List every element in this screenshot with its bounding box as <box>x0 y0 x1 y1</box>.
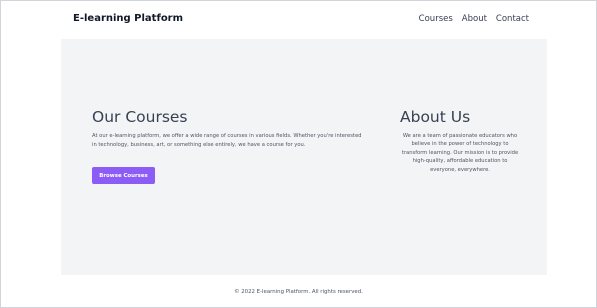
courses-description: At our e-learning platform, we offer a w… <box>92 133 362 148</box>
nav-link-about[interactable]: About <box>462 14 487 24</box>
brand-logo-text[interactable]: E-learning Platform <box>73 13 183 24</box>
navbar: E-learning Platform Courses About Contac… <box>1 1 596 39</box>
page-frame: E-learning Platform Courses About Contac… <box>0 0 597 308</box>
browse-courses-button[interactable]: Browse Courses <box>92 167 155 184</box>
about-description: We are a team of passionate educators wh… <box>401 133 519 173</box>
main-content: Our Courses At our e-learning platform, … <box>61 39 547 275</box>
nav-links: Courses About Contact <box>419 14 529 24</box>
nav-link-contact[interactable]: Contact <box>496 14 529 24</box>
courses-section: Our Courses At our e-learning platform, … <box>92 108 362 184</box>
footer-copyright: © 2022 E-learning Platform. All rights r… <box>234 289 363 295</box>
courses-title: Our Courses <box>92 108 188 126</box>
about-section: About Us We are a team of passionate edu… <box>400 108 520 174</box>
nav-link-courses[interactable]: Courses <box>419 14 453 24</box>
about-title: About Us <box>400 108 471 126</box>
